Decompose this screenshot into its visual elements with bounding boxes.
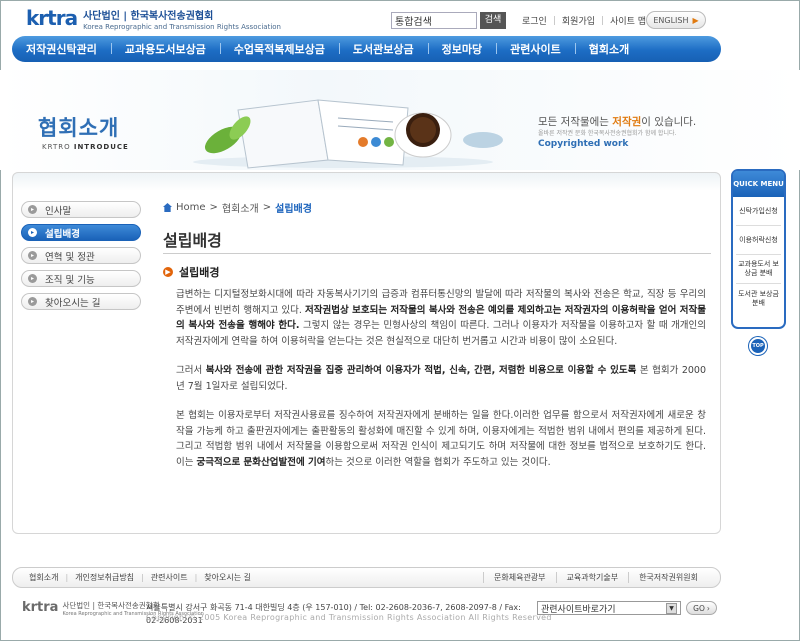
lnb-item-label: 인사말 [45, 205, 72, 217]
divider: | [601, 15, 605, 26]
logo-korean-name: 사단법인 | 한국복사전송권협회 [83, 11, 214, 22]
banner-illustration [193, 99, 503, 169]
breadcrumb-current: 설립배경 [275, 204, 312, 215]
paragraph-3: 본 협회는 이용자로부터 저작권사용료를 징수하여 저작권자에게 분배하는 일을… [176, 410, 706, 468]
banner-slogan-sub: 올바른 저작권 문화 한국복사전송권협회가 함께 합니다. [538, 130, 677, 137]
gnb-item-library-compensation[interactable]: 도서관보상금 [338, 41, 428, 57]
english-button[interactable]: ENGLISH ▶ [646, 11, 706, 29]
bullet-icon: ▸ [28, 297, 37, 306]
left-nav: ▸ 인사말 ▸ 설립배경 ▸ 연혁 및 정관 ▸ 조직 및 기능 ▸ 찾아오시는… [21, 201, 141, 316]
search-input[interactable] [391, 12, 477, 29]
section-title: 설립배경 [179, 266, 220, 279]
section-heading: ▶ 설립배경 [163, 264, 219, 280]
lnb-item-label: 설립배경 [45, 228, 80, 240]
arrow-right-icon: ▶ [692, 15, 699, 25]
bullet-icon: ▸ [28, 205, 37, 214]
quick-item-textbook-distribution[interactable]: 교과용도서 보상금 분배 [736, 255, 781, 284]
sitemap-link[interactable]: 사이트 맵 [610, 14, 646, 27]
site-logo[interactable]: krtra 사단법인 | 한국복사전송권협회 Korea Reprographi… [26, 8, 281, 32]
footer-link-privacy[interactable]: 개인정보취급방침 [58, 572, 134, 583]
global-nav: 저작권신탁관리 교과용도서보상금 수업목적복제보상금 도서관보상금 정보마당 관… [12, 36, 721, 62]
banner-title: 협회소개 [38, 116, 120, 140]
top-button[interactable]: TOP [749, 337, 767, 355]
page-title: 설립배경 [163, 231, 222, 250]
go-label: GO [693, 603, 705, 613]
bullet-icon: ▸ [28, 228, 37, 237]
breadcrumb: Home > 협회소개 > 설립배경 [163, 200, 312, 215]
divider: | [552, 15, 556, 26]
english-label: ENGLISH [653, 15, 689, 25]
lnb-item-label: 찾아오시는 길 [45, 297, 101, 309]
quick-menu: QUICK MENU 신탁가입신청 이용허락신청 교과용도서 보상금 분배 도서… [731, 169, 786, 329]
footer-links-bar: 협회소개 개인정보취급방침 관련사이트 찾아오시는 길 문화체육관광부 교육과학… [12, 567, 721, 588]
gnb-item-about[interactable]: 협회소개 [574, 41, 643, 57]
gnb-item-class-copy-compensation[interactable]: 수업목적복제보상금 [219, 41, 339, 57]
paragraph-2: 그러서 복사와 전송에 관한 저작권을 집중 관리하여 이용자가 적법, 신속,… [176, 365, 706, 392]
utility-links: 로그인 | 회원가입 | 사이트 맵 [522, 14, 646, 28]
bullet-icon: ▸ [28, 274, 37, 283]
breadcrumb-home[interactable]: Home [176, 202, 206, 213]
footer-link-related[interactable]: 관련사이트 [134, 572, 188, 583]
banner-slogan: 모든 저작물에는 저작권이 있습니다. [538, 116, 697, 128]
banner-slogan-english: Copyrighted work [538, 139, 629, 149]
lnb-item-greeting[interactable]: ▸ 인사말 [21, 201, 141, 218]
chevron-right-icon: > [209, 202, 218, 213]
gnb-item-copyright-trust[interactable]: 저작권신탁관리 [12, 41, 111, 57]
footer-logo-mark: krtra [22, 600, 59, 615]
chevron-right-icon: > [262, 202, 272, 213]
search-button[interactable]: 검색 [480, 12, 506, 29]
quick-item-trust-apply[interactable]: 신탁가입신청 [736, 197, 781, 226]
related-site-select[interactable]: 관련사이트바로가기 ▼ [537, 601, 681, 615]
logo-mark: krtra [26, 6, 78, 30]
lnb-item-directions[interactable]: ▸ 찾아오시는 길 [21, 293, 141, 310]
article-body: 급변하는 디지털정보화시대에 따라 자동복사기기의 급증과 컴퓨터통신망의 발달… [176, 287, 706, 484]
chevron-right-icon: › [706, 603, 710, 613]
bullet-icon: ▸ [28, 251, 37, 260]
title-divider [163, 253, 711, 254]
quick-menu-title: QUICK MENU [733, 171, 784, 197]
breadcrumb-parent[interactable]: 협회소개 [222, 200, 259, 215]
footer-link-kcc[interactable]: 한국저작권위원회 [628, 572, 708, 583]
lnb-item-organization[interactable]: ▸ 조직 및 기능 [21, 270, 141, 287]
chevron-down-icon: ▼ [666, 602, 677, 614]
search-bar: 검색 [391, 12, 506, 29]
gnb-item-textbook-compensation[interactable]: 교과용도서보상금 [110, 41, 220, 57]
login-link[interactable]: 로그인 [522, 14, 547, 27]
banner-subtitle: KRTRO INTRODUCE [42, 143, 129, 151]
footer-link-about[interactable]: 협회소개 [29, 572, 58, 583]
lnb-item-label: 연혁 및 정관 [45, 251, 95, 263]
footer-link-mcst[interactable]: 문화체육관광부 [483, 572, 556, 583]
signup-link[interactable]: 회원가입 [562, 14, 595, 27]
go-button[interactable]: GO › [686, 601, 717, 615]
gnb-item-related-sites[interactable]: 관련사이트 [496, 41, 575, 57]
logo-english-name: Korea Reprographic and Transmission Righ… [83, 23, 281, 31]
footer-link-mest[interactable]: 교육과학기술부 [555, 572, 629, 583]
arrow-bullet-icon: ▶ [163, 267, 173, 277]
home-icon [163, 203, 172, 212]
lnb-item-history[interactable]: ▸ 연혁 및 정관 [21, 247, 141, 264]
related-site-select-value: 관련사이트바로가기 [541, 604, 616, 615]
quick-item-library-distribution[interactable]: 도서관 보상금 분배 [736, 284, 781, 313]
sub-banner: 협회소개 KRTRO INTRODUCE 모든 저작물에는 저작권이 있습니다.… [0, 70, 800, 170]
lnb-item-background[interactable]: ▸ 설립배경 [21, 224, 141, 241]
footer-link-directions[interactable]: 찾아오시는 길 [188, 572, 251, 583]
gnb-item-info[interactable]: 정보마당 [427, 41, 496, 57]
lnb-item-label: 조직 및 기능 [45, 274, 95, 286]
paragraph-1: 급변하는 디지털정보화시대에 따라 자동복사기기의 급증과 컴퓨터통신망의 발달… [176, 289, 707, 347]
quick-item-license-apply[interactable]: 이용허락신청 [736, 226, 781, 255]
footer-copyright: Copyright© 2005 Korea Reprographic and T… [146, 613, 552, 622]
